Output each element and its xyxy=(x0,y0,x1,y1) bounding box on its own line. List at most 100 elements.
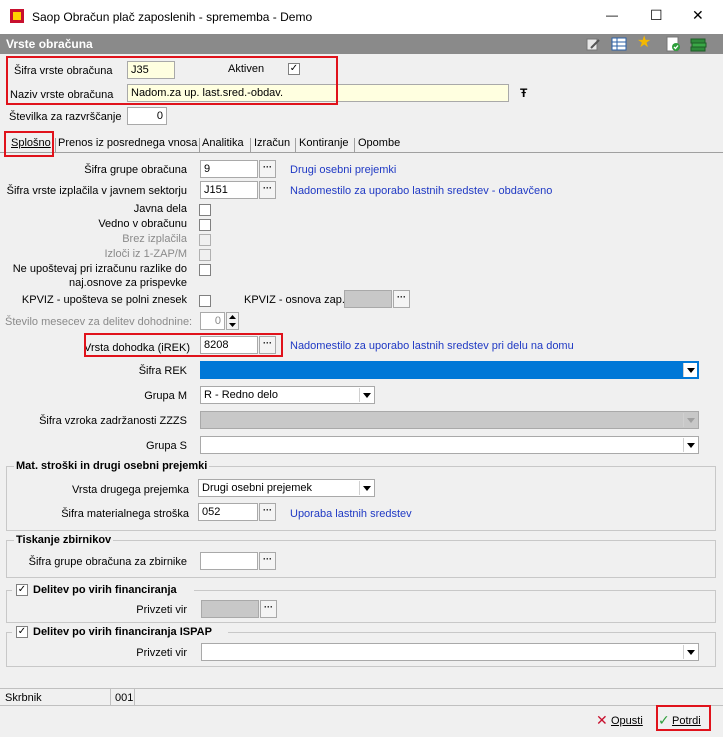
sifra-izplacila-desc: Nadomestilo za uporabo lastnih sredstev … xyxy=(290,185,553,197)
sifra-rek-label: Šifra REK xyxy=(138,365,187,377)
grupa-s-select[interactable] xyxy=(200,436,699,454)
brez-izplacila-label: Brez izplačila xyxy=(122,233,187,245)
highlight-box-potrdi xyxy=(656,705,711,731)
app-icon xyxy=(9,8,25,24)
tiskanje-sifra-browse[interactable]: ··· xyxy=(259,552,276,570)
sifra-grupe-desc: Drugi osebni prejemki xyxy=(290,164,397,176)
sifra-grupe-browse[interactable]: ··· xyxy=(259,160,276,178)
sifra-mat-stroska-label: Šifra materialnega stroška xyxy=(61,508,189,520)
star-icon[interactable]: ★ xyxy=(637,35,653,51)
izloci-label: Izloči iz 1-ZAP/M xyxy=(104,248,187,260)
grupa-m-value: R - Redno delo xyxy=(204,389,278,401)
opusti-button[interactable]: ✕ Opusti xyxy=(596,712,648,731)
mat-stroski-title: Mat. stroški in drugi osebni prejemki xyxy=(14,460,210,472)
javna-dela-checkbox[interactable] xyxy=(199,204,211,216)
tab-separator xyxy=(354,138,355,152)
izloci-checkbox xyxy=(199,249,211,261)
tab-separator xyxy=(55,138,56,152)
kpviz-osnova-input xyxy=(344,290,392,308)
chevron-down-icon xyxy=(359,388,373,402)
table-icon[interactable] xyxy=(611,36,627,52)
grupa-m-label: Grupa M xyxy=(144,390,187,402)
chevron-down-icon xyxy=(683,413,697,427)
delitev-checkbox[interactable]: ✓ xyxy=(16,584,28,596)
vrsta-prejemka-value: Drugi osebni prejemek xyxy=(202,482,313,494)
tiskanje-title: Tiskanje zbirnikov xyxy=(14,534,114,546)
tab-izracun[interactable]: Izračun xyxy=(254,137,290,153)
sifra-izplacila-browse[interactable]: ··· xyxy=(259,181,276,199)
stevilo-mesecev-input[interactable]: 0 xyxy=(200,312,225,330)
tab-separator xyxy=(199,138,200,152)
vrsta-prejemka-label: Vrsta drugega prejemka xyxy=(72,484,189,496)
sifra-vzroka-label: Šifra vzroka zadržanosti ZZZS xyxy=(39,415,187,427)
sifra-rek-select[interactable] xyxy=(200,361,699,379)
close-x-icon: ✕ xyxy=(596,712,608,728)
sifra-mat-stroska-browse[interactable]: ··· xyxy=(259,503,276,521)
books-icon[interactable] xyxy=(690,36,708,52)
delitev-privzeti-input xyxy=(201,600,259,618)
tiskanje-sifra-input[interactable] xyxy=(200,552,258,570)
tab-opombe[interactable]: Opombe xyxy=(358,137,400,153)
vedno-label: Vedno v obračunu xyxy=(98,218,187,230)
stevilka-label: Številka za razvrščanje xyxy=(9,111,122,123)
delitev-ispap-privzeti-select[interactable] xyxy=(201,643,699,661)
delitev-privzeti-label: Privzeti vir xyxy=(136,604,187,616)
maximize-button[interactable]: ☐ xyxy=(650,7,663,24)
chevron-down-icon xyxy=(683,438,697,452)
tab-kontiranje[interactable]: Kontiranje xyxy=(299,137,349,153)
close-button[interactable]: ✕ xyxy=(692,7,704,24)
vedno-checkbox[interactable] xyxy=(199,219,211,231)
chevron-down-icon xyxy=(359,481,373,495)
vrsta-dohodka-desc: Nadomestilo za uporabo lastnih sredstev … xyxy=(290,340,574,352)
ne-upostevaj-checkbox[interactable] xyxy=(199,264,211,276)
ne-upostevaj-label-1: Ne upoštevaj pri izračunu razlike do xyxy=(12,263,187,275)
delitev-ispap-checkbox[interactable]: ✓ xyxy=(16,626,28,638)
stevilo-mesecev-spinner[interactable] xyxy=(226,312,239,330)
text-format-icon[interactable]: Ŧ xyxy=(520,86,527,100)
tab-separator xyxy=(250,138,251,152)
kpviz-osnova-label: KPVIZ - osnova zap. xyxy=(244,294,345,306)
sifra-izplacila-input[interactable]: J151 xyxy=(200,181,258,199)
minimize-button[interactable]: — xyxy=(606,8,618,22)
chevron-down-icon xyxy=(683,363,697,377)
window-title: Saop Obračun plač zaposlenih - sprememba… xyxy=(32,10,313,24)
sifra-grupe-label: Šifra grupe obračuna xyxy=(84,164,187,176)
sifra-izplacila-label: Šifra vrste izplačila v javnem sektorju xyxy=(6,185,187,197)
skrbnik-value: 001 xyxy=(115,692,134,704)
highlight-box-dohodek xyxy=(84,333,283,357)
delitev-ispap-privzeti-label: Privzeti vir xyxy=(136,647,187,659)
stevilo-mesecev-label: Število mesecev za delitev dohodnine: xyxy=(5,316,193,328)
brez-izplacila-checkbox xyxy=(199,234,211,246)
title-bar: Saop Obračun plač zaposlenih - sprememba… xyxy=(0,0,723,34)
sifra-mat-stroska-input[interactable]: 052 xyxy=(198,503,258,521)
status-divider xyxy=(134,689,135,706)
sifra-mat-stroska-desc: Uporaba lastnih sredstev xyxy=(290,508,412,520)
opusti-label: Opusti xyxy=(611,715,643,727)
chevron-down-icon xyxy=(683,645,697,659)
tab-prenos[interactable]: Prenos iz posrednega vnosa xyxy=(58,137,197,153)
ne-upostevaj-label-2: naj.osnove za prispevke xyxy=(68,277,187,289)
stevilka-input[interactable]: 0 xyxy=(127,107,167,125)
document-check-icon[interactable] xyxy=(665,36,681,52)
tab-analitika[interactable]: Analitika xyxy=(202,137,244,153)
status-divider xyxy=(110,689,111,706)
grupa-m-select[interactable]: R - Redno delo xyxy=(200,386,375,404)
status-bar: Skrbnik 001 xyxy=(0,688,723,706)
tab-separator xyxy=(295,138,296,152)
sifra-vzroka-select xyxy=(200,411,699,429)
mat-stroski-group xyxy=(6,466,716,531)
javna-dela-label: Javna dela xyxy=(133,203,187,215)
highlight-box-tab xyxy=(4,131,54,157)
sifra-grupe-input[interactable]: 9 xyxy=(200,160,258,178)
highlight-box-top xyxy=(6,56,338,105)
kpviz-osnova-browse[interactable]: ··· xyxy=(393,290,410,308)
header-bar: Vrste obračuna ★ xyxy=(0,34,723,54)
kpviz-polni-label: KPVIZ - upošteva se polni znesek xyxy=(21,294,187,306)
kpviz-polni-checkbox[interactable] xyxy=(199,295,211,307)
edit-icon[interactable] xyxy=(585,36,601,52)
vrsta-prejemka-select[interactable]: Drugi osebni prejemek xyxy=(198,479,375,497)
delitev-privzeti-browse[interactable]: ··· xyxy=(260,600,277,618)
delitev-title: Delitev po virih financiranja xyxy=(33,584,177,596)
grupa-s-label: Grupa S xyxy=(146,440,187,452)
skrbnik-label: Skrbnik xyxy=(5,692,42,704)
